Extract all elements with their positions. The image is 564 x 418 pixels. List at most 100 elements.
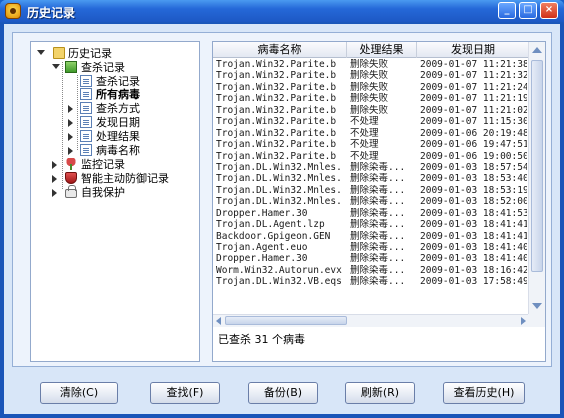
table-row[interactable]: Trojan.DL.Win32.Mnles... 删除染毒... 2009-01-0… (213, 185, 529, 196)
scroll-up-arrow-icon[interactable] (532, 47, 542, 53)
collapse-arrow-icon[interactable] (52, 189, 57, 197)
collapse-arrow-icon[interactable] (52, 175, 57, 183)
cell-result: 删除染毒... (350, 196, 406, 208)
table-row[interactable]: Trojan.Win32.Parite.b 删除失败 2009-01-07 11:2… (213, 59, 529, 70)
table-row[interactable]: Trojan.Agent.euo 删除染毒... 2009-01-03 18:41:… (213, 242, 529, 253)
cell-date: 2009-01-07 11:15:30 (420, 116, 527, 128)
table-row[interactable]: Trojan.DL.Win32.VB.eqs 删除染毒... 2009-01-03 … (213, 276, 529, 287)
clear-button[interactable]: 清除(C) (40, 382, 118, 404)
client-area: 历史记录 查杀记录 查杀记录 所有病毒 查杀方式 发现日期 处理结果 病毒名称 … (4, 24, 560, 414)
cell-date: 2009-01-03 18:53:19 (420, 184, 527, 196)
cell-date: 2009-01-03 18:16:42 (420, 264, 527, 276)
cell-date: 2009-01-03 18:57:54 (420, 161, 527, 173)
table-row[interactable]: Dropper.Hamer.30 删除染毒... 2009-01-03 18:41:… (213, 208, 529, 219)
vertical-scroll-thumb[interactable] (531, 60, 543, 272)
maximize-button[interactable]: □ (519, 2, 537, 19)
collapse-arrow-icon[interactable] (52, 161, 57, 169)
cell-result: 删除失败 (350, 104, 389, 116)
cell-result: 删除染毒... (350, 276, 406, 288)
find-button[interactable]: 查找(F) (150, 382, 220, 404)
cell-result: 删除失败 (350, 81, 389, 93)
table-row[interactable]: Trojan.Win32.Parite.b 删除失败 2009-01-07 11:2… (213, 105, 529, 116)
cell-virus-name: Trojan.Win32.Parite.b (216, 150, 337, 162)
cell-result: 删除染毒... (350, 242, 406, 253)
history-tree[interactable]: 历史记录 查杀记录 查杀记录 所有病毒 查杀方式 发现日期 处理结果 病毒名称 … (30, 41, 200, 362)
cell-virus-name: Trojan.Win32.Parite.b (216, 93, 337, 105)
collapse-arrow-icon[interactable] (68, 119, 73, 127)
cell-date: 2009-01-07 11:21:19 (420, 93, 527, 105)
table-row[interactable]: Trojan.Win32.Parite.b 不处理 2009-01-06 20:19… (213, 128, 529, 139)
table-row[interactable]: Trojan.DL.Win32.Mnles... 删除染毒... 2009-01-0… (213, 162, 529, 173)
table-row[interactable]: Dropper.Hamer.30 删除染毒... 2009-01-03 18:41:… (213, 253, 529, 264)
table-row[interactable]: Trojan.Win32.Parite.b 不处理 2009-01-06 19:00… (213, 151, 529, 162)
horizontal-scroll-thumb[interactable] (225, 316, 347, 325)
cell-virus-name: Trojan.Win32.Parite.b (216, 127, 337, 139)
expand-arrow-icon[interactable] (37, 50, 45, 55)
cell-virus-name: Trojan.DL.Win32.Mnles... (216, 196, 344, 208)
cell-result: 不处理 (350, 139, 379, 151)
table-row[interactable]: Trojan.DL.Win32.Mnles... 删除染毒... 2009-01-0… (213, 173, 529, 184)
refresh-button[interactable]: 刷新(R) (345, 382, 415, 404)
cell-virus-name: Trojan.Win32.Parite.b (216, 139, 337, 151)
cell-result: 删除染毒... (350, 184, 406, 196)
backup-button[interactable]: 备份(B) (248, 382, 318, 404)
list-rows: Trojan.Win32.Parite.b 删除失败 2009-01-07 11:2… (213, 59, 529, 288)
table-row[interactable]: Trojan.Win32.Parite.b 不处理 2009-01-07 11:15… (213, 116, 529, 127)
horizontal-scrollbar[interactable] (213, 314, 529, 327)
cell-date: 2009-01-03 17:58:49 (420, 276, 527, 288)
cell-date: 2009-01-06 19:00:50 (420, 150, 527, 162)
document-icon (80, 88, 92, 100)
vertical-scrollbar[interactable] (528, 42, 545, 314)
table-row[interactable]: Trojan.DL.Agent.lzp 删除染毒... 2009-01-03 18:… (213, 219, 529, 230)
cell-date: 2009-01-06 20:19:48 (420, 127, 527, 139)
lock-icon (65, 185, 77, 198)
table-row[interactable]: Worm.Win32.Autorun.evx 删除染毒... 2009-01-03 … (213, 265, 529, 276)
scroll-down-arrow-icon[interactable] (532, 303, 542, 309)
column-header-result[interactable]: 处理结果 (347, 42, 417, 58)
table-row[interactable]: Backdoor.Gpigeon.GEN 删除染毒... 2009-01-03 18… (213, 231, 529, 242)
umbrella-icon (65, 158, 77, 170)
cell-result: 删除染毒... (350, 253, 406, 265)
collapse-arrow-icon[interactable] (68, 105, 73, 113)
scan-record-icon (65, 61, 77, 73)
collapse-arrow-icon[interactable] (68, 133, 73, 141)
cell-virus-name: Trojan.DL.Win32.Mnles... (216, 161, 344, 173)
cell-date: 2009-01-06 19:47:51 (420, 139, 527, 151)
document-icon (80, 75, 92, 87)
cell-result: 删除染毒... (350, 230, 406, 242)
column-header-virus-name[interactable]: 病毒名称 (213, 42, 347, 58)
cell-date: 2009-01-07 11:21:38 (420, 59, 527, 70)
cell-virus-name: Trojan.Win32.Parite.b (216, 81, 337, 93)
virus-list[interactable]: 病毒名称 处理结果 发现日期 Trojan.Win32.Parite.b 删除失败… (212, 41, 546, 362)
scroll-right-arrow-icon[interactable] (521, 317, 526, 325)
cell-virus-name: Trojan.Win32.Parite.b (216, 59, 337, 70)
cell-date: 2009-01-03 18:41:40 (420, 253, 527, 265)
table-row[interactable]: Trojan.Win32.Parite.b 不处理 2009-01-06 19:47… (213, 139, 529, 150)
cell-virus-name: Backdoor.Gpigeon.GEN (216, 230, 331, 242)
scrollbar-corner (528, 314, 545, 327)
document-icon (80, 102, 92, 114)
cell-date: 2009-01-03 18:53:40 (420, 173, 527, 185)
collapse-arrow-icon[interactable] (68, 147, 73, 155)
cell-result: 删除失败 (350, 59, 389, 70)
document-icon (80, 144, 92, 156)
title-bar[interactable]: 历史记录 _ □ × (0, 0, 564, 22)
cell-result: 不处理 (350, 116, 379, 128)
app-logo-icon (5, 3, 21, 19)
view-history-button[interactable]: 查看历史(H) (443, 382, 525, 404)
cell-virus-name: Trojan.DL.Win32.VB.eqs (216, 276, 342, 288)
expand-arrow-icon[interactable] (52, 64, 60, 69)
history-window: 历史记录 _ □ × 历史记录 查杀记录 查杀记录 所有病毒 查杀方式 发现日期… (0, 0, 564, 418)
scroll-left-arrow-icon[interactable] (216, 317, 221, 325)
table-row[interactable]: Trojan.Win32.Parite.b 删除失败 2009-01-07 11:2… (213, 93, 529, 104)
column-header-date[interactable]: 发现日期 (417, 42, 529, 58)
cell-virus-name: Trojan.Agent.euo (216, 242, 308, 253)
table-row[interactable]: Trojan.Win32.Parite.b 删除失败 2009-01-07 11:2… (213, 70, 529, 81)
table-row[interactable]: Trojan.DL.Win32.Mnles... 删除染毒... 2009-01-0… (213, 196, 529, 207)
cell-date: 2009-01-07 11:21:02 (420, 104, 527, 116)
cell-virus-name: Trojan.DL.Agent.lzp (216, 219, 325, 231)
table-row[interactable]: Trojan.Win32.Parite.b 删除失败 2009-01-07 11:2… (213, 82, 529, 93)
minimize-button[interactable]: _ (498, 2, 516, 19)
close-button[interactable]: × (540, 2, 558, 19)
cell-result: 删除染毒... (350, 264, 406, 276)
